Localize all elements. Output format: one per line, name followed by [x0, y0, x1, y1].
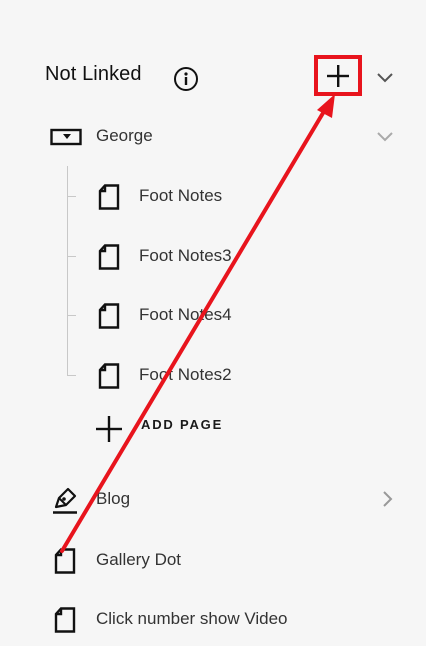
pages-panel: Not Linked George Foot Notes Foot Notes3…	[0, 0, 426, 646]
page-row-foot-notes2[interactable]: Foot Notes2	[0, 355, 426, 395]
plus-icon	[96, 416, 122, 442]
add-page-link[interactable]: ADD PAGE	[95, 413, 295, 443]
page-row-foot-notes[interactable]: Foot Notes	[0, 176, 426, 216]
plus-icon	[327, 64, 349, 87]
item-label: Blog	[96, 489, 131, 508]
page-label: Foot Notes	[139, 186, 223, 205]
page-icon	[98, 303, 120, 329]
section-title: Not Linked	[45, 63, 142, 85]
page-label: Foot Notes2	[139, 365, 232, 384]
page-icon	[98, 363, 120, 389]
chevron-right-icon[interactable]	[380, 490, 394, 508]
chevron-down-icon[interactable]	[376, 130, 394, 144]
page-icon	[54, 607, 76, 633]
blog-pen-icon	[53, 487, 77, 514]
page-icon	[54, 548, 76, 574]
page-label: Foot Notes4	[139, 305, 232, 324]
item-label: Click number show Video	[96, 609, 288, 628]
info-circle-icon[interactable]	[173, 66, 199, 92]
page-row-foot-notes4[interactable]: Foot Notes4	[0, 295, 426, 335]
page-label: Foot Notes3	[139, 246, 232, 265]
add-page-button[interactable]	[314, 55, 362, 96]
chevron-down-icon[interactable]	[375, 70, 395, 86]
folder-icon	[50, 128, 82, 146]
page-row-foot-notes3[interactable]: Foot Notes3	[0, 236, 426, 276]
folder-row-george[interactable]: George	[0, 118, 426, 158]
item-row-click-number-show-video[interactable]: Click number show Video	[0, 599, 426, 639]
add-page-label: ADD PAGE	[141, 417, 224, 432]
page-icon	[98, 184, 120, 210]
item-label: Gallery Dot	[96, 550, 182, 569]
folder-label: George	[96, 126, 153, 145]
page-icon	[98, 244, 120, 270]
item-row-gallery-dot[interactable]: Gallery Dot	[0, 540, 426, 580]
